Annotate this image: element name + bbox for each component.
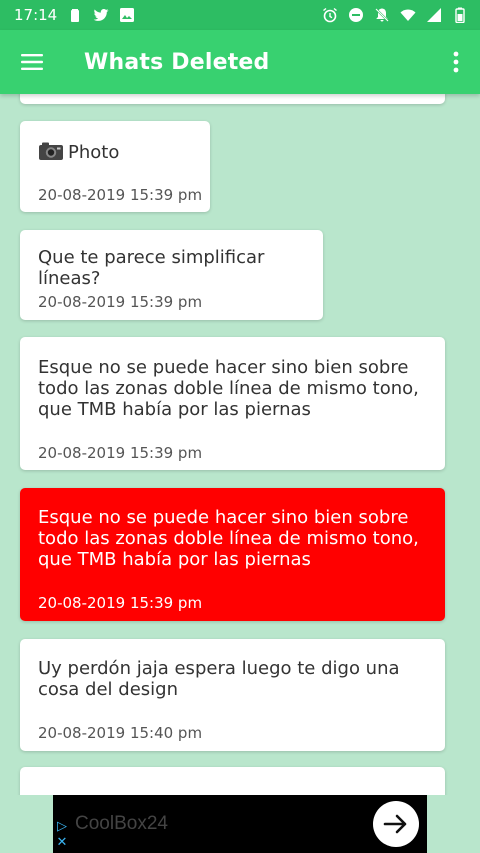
ad-choices-icon[interactable]: ▷ ✕ bbox=[55, 819, 69, 851]
message-time: 20-08-2019 15:39 pm bbox=[38, 444, 203, 462]
status-time: 17:14 bbox=[14, 6, 58, 24]
overflow-menu-button[interactable] bbox=[432, 30, 480, 94]
menu-button[interactable] bbox=[0, 30, 64, 94]
message-list[interactable]: Photo 20-08-2019 15:39 pm Que te parece … bbox=[0, 94, 480, 795]
alarm-icon bbox=[322, 7, 338, 23]
wifi-icon bbox=[400, 7, 416, 23]
message-card[interactable]: Esque no se puede hacer sino bien sobre … bbox=[20, 337, 445, 470]
app-title: Whats Deleted bbox=[84, 49, 270, 75]
message-card-partial bbox=[20, 767, 445, 795]
message-card[interactable]: Photo 20-08-2019 15:39 pm bbox=[20, 121, 210, 212]
status-bar: 17:14 bbox=[0, 0, 480, 30]
battery-saver-icon bbox=[67, 7, 83, 23]
message-time: 20-08-2019 15:39 pm bbox=[38, 594, 203, 612]
ad-banner[interactable]: ▷ ✕ CoolBox24 bbox=[53, 795, 427, 853]
message-time: 20-08-2019 15:40 pm bbox=[38, 724, 203, 742]
camera-icon bbox=[38, 141, 64, 166]
message-time: 20-08-2019 15:39 pm bbox=[38, 293, 203, 311]
deleted-message-card[interactable]: Esque no se puede hacer sino bien sobre … bbox=[20, 488, 445, 621]
more-vert-icon bbox=[453, 51, 459, 73]
notifications-off-icon bbox=[374, 7, 390, 23]
message-text: Uy perdón jaja espera luego te digo una … bbox=[38, 658, 400, 700]
image-icon bbox=[119, 7, 135, 23]
do-not-disturb-icon bbox=[348, 7, 364, 23]
status-left: 17:14 bbox=[14, 6, 135, 24]
message-card-partial bbox=[20, 94, 445, 104]
message-text: Esque no se puede hacer sino bien sobre … bbox=[38, 507, 419, 570]
arrow-right-icon bbox=[383, 814, 407, 834]
message-text: Photo bbox=[38, 141, 119, 166]
message-card[interactable]: Que te parece simplificar líneas? 20-08-… bbox=[20, 230, 323, 320]
message-text: Esque no se puede hacer sino bien sobre … bbox=[38, 357, 419, 420]
battery-icon bbox=[452, 7, 468, 23]
twitter-icon bbox=[93, 7, 109, 23]
message-card[interactable]: Uy perdón jaja espera luego te digo una … bbox=[20, 639, 445, 751]
message-text: Que te parece simplificar líneas? bbox=[38, 247, 265, 289]
hamburger-menu-icon bbox=[21, 54, 43, 70]
signal-icon bbox=[426, 7, 442, 23]
ad-action-button[interactable] bbox=[373, 801, 419, 847]
message-time: 20-08-2019 15:39 pm bbox=[38, 186, 203, 204]
photo-label: Photo bbox=[68, 142, 120, 163]
app-bar: Whats Deleted bbox=[0, 30, 480, 94]
ad-text[interactable]: CoolBox24 bbox=[75, 813, 168, 835]
status-right bbox=[322, 7, 468, 23]
